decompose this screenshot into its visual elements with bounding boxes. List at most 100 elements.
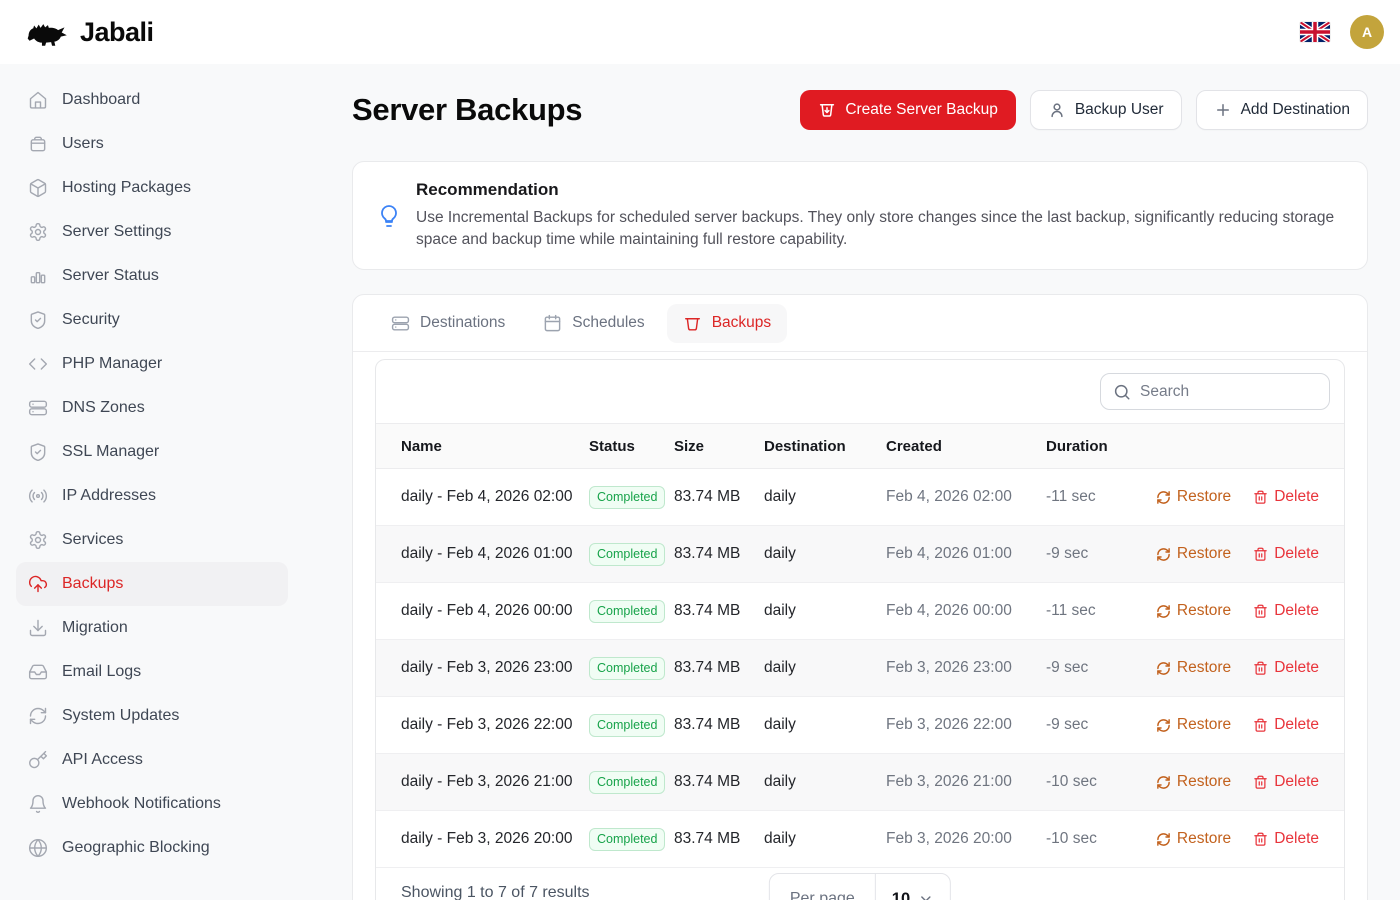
status-badge: Completed bbox=[589, 828, 665, 851]
sidebar-item-email-logs[interactable]: Email Logs bbox=[16, 650, 288, 694]
sidebar-item-server-settings[interactable]: Server Settings bbox=[16, 210, 288, 254]
button-label: Add Destination bbox=[1241, 101, 1350, 119]
sidebar-item-label: Security bbox=[62, 311, 120, 329]
cell-actions: Restore Delete bbox=[1146, 773, 1344, 791]
sidebar-item-ssl-manager[interactable]: SSL Manager bbox=[16, 430, 288, 474]
sidebar-item-system-updates[interactable]: System Updates bbox=[16, 694, 288, 738]
restore-label: Restore bbox=[1177, 830, 1231, 848]
refresh-icon bbox=[1156, 661, 1171, 676]
sidebar-item-api-access[interactable]: API Access bbox=[16, 738, 288, 782]
delete-button[interactable]: Delete bbox=[1253, 659, 1319, 677]
sidebar-item-security[interactable]: Security bbox=[16, 298, 288, 342]
delete-button[interactable]: Delete bbox=[1253, 602, 1319, 620]
restore-label: Restore bbox=[1177, 773, 1231, 791]
table-row: daily - Feb 3, 2026 20:00 Completed 83.7… bbox=[376, 811, 1344, 868]
user-avatar[interactable]: A bbox=[1350, 15, 1384, 49]
cell-duration: -10 sec bbox=[1046, 773, 1146, 791]
sidebar-item-label: IP Addresses bbox=[62, 487, 156, 505]
brand-logo[interactable]: Jabali bbox=[24, 17, 154, 48]
cell-status: Completed bbox=[589, 486, 674, 509]
recommendation-card: Recommendation Use Incremental Backups f… bbox=[352, 161, 1368, 270]
sidebar-item-dashboard[interactable]: Dashboard bbox=[16, 78, 288, 122]
column-header-created: Created bbox=[886, 438, 1046, 455]
sidebar-item-services[interactable]: Services bbox=[16, 518, 288, 562]
sidebar-item-migration[interactable]: Migration bbox=[16, 606, 288, 650]
delete-button[interactable]: Delete bbox=[1253, 716, 1319, 734]
tab-backups[interactable]: Backups bbox=[667, 304, 787, 343]
cell-size: 83.74 MB bbox=[674, 659, 764, 677]
language-flag-uk[interactable] bbox=[1300, 22, 1330, 42]
status-badge: Completed bbox=[589, 771, 665, 794]
sidebar-item-webhook-notifications[interactable]: Webhook Notifications bbox=[16, 782, 288, 826]
topbar-right: A bbox=[1300, 15, 1384, 49]
server-icon bbox=[391, 314, 410, 333]
delete-button[interactable]: Delete bbox=[1253, 773, 1319, 791]
sidebar-item-label: Migration bbox=[62, 619, 128, 637]
uk-flag-icon bbox=[1300, 22, 1330, 42]
refresh-icon bbox=[1156, 547, 1171, 562]
globe-icon bbox=[28, 838, 48, 858]
delete-button[interactable]: Delete bbox=[1253, 830, 1319, 848]
cell-size: 83.74 MB bbox=[674, 773, 764, 791]
add-destination-button[interactable]: Add Destination bbox=[1196, 90, 1368, 130]
cell-destination: daily bbox=[764, 716, 886, 734]
cell-actions: Restore Delete bbox=[1146, 716, 1344, 734]
sidebar-item-ip-addresses[interactable]: IP Addresses bbox=[16, 474, 288, 518]
cell-destination: daily bbox=[764, 830, 886, 848]
page-actions: Create Server Backup Backup User Add Des… bbox=[800, 90, 1368, 130]
cell-status: Completed bbox=[589, 771, 674, 794]
column-header-size: Size bbox=[674, 438, 764, 455]
sidebar-item-server-status[interactable]: Server Status bbox=[16, 254, 288, 298]
restore-button[interactable]: Restore bbox=[1156, 602, 1231, 620]
cell-actions: Restore Delete bbox=[1146, 488, 1344, 506]
cell-duration: -9 sec bbox=[1046, 716, 1146, 734]
restore-button[interactable]: Restore bbox=[1156, 773, 1231, 791]
results-summary: Showing 1 to 7 of 7 results bbox=[376, 868, 590, 900]
restore-button[interactable]: Restore bbox=[1156, 545, 1231, 563]
table-row: daily - Feb 4, 2026 02:00 Completed 83.7… bbox=[376, 469, 1344, 526]
cell-size: 83.74 MB bbox=[674, 545, 764, 563]
tab-bar: Destinations Schedules Backups bbox=[353, 295, 1367, 352]
trash-icon bbox=[1253, 775, 1268, 790]
table-row: daily - Feb 3, 2026 23:00 Completed 83.7… bbox=[376, 640, 1344, 697]
calendar-icon bbox=[543, 314, 562, 333]
delete-button[interactable]: Delete bbox=[1253, 488, 1319, 506]
restore-label: Restore bbox=[1177, 659, 1231, 677]
cell-name: daily - Feb 3, 2026 23:00 bbox=[376, 659, 589, 677]
restore-button[interactable]: Restore bbox=[1156, 659, 1231, 677]
code-icon bbox=[28, 354, 48, 374]
sidebar-item-php-manager[interactable]: PHP Manager bbox=[16, 342, 288, 386]
refresh-icon bbox=[28, 706, 48, 726]
search-input[interactable] bbox=[1140, 383, 1317, 401]
sidebar-item-label: Email Logs bbox=[62, 663, 141, 681]
pagination-row: Showing 1 to 7 of 7 results Per page 10 bbox=[376, 868, 1344, 900]
sidebar-item-dns-zones[interactable]: DNS Zones bbox=[16, 386, 288, 430]
sidebar-item-backups[interactable]: Backups bbox=[16, 562, 288, 606]
bar-chart-icon bbox=[28, 266, 48, 286]
backup-user-button[interactable]: Backup User bbox=[1030, 90, 1182, 130]
restore-button[interactable]: Restore bbox=[1156, 830, 1231, 848]
table-body: daily - Feb 4, 2026 02:00 Completed 83.7… bbox=[376, 469, 1344, 868]
restore-button[interactable]: Restore bbox=[1156, 716, 1231, 734]
sidebar-item-users[interactable]: Users bbox=[16, 122, 288, 166]
tab-schedules[interactable]: Schedules bbox=[527, 304, 660, 343]
cell-status: Completed bbox=[589, 657, 674, 680]
cell-size: 83.74 MB bbox=[674, 602, 764, 620]
sidebar-item-label: Server Settings bbox=[62, 223, 171, 241]
column-header-name: Name bbox=[376, 438, 589, 455]
user-icon bbox=[1048, 101, 1066, 119]
delete-button[interactable]: Delete bbox=[1253, 545, 1319, 563]
cell-created: Feb 3, 2026 23:00 bbox=[886, 659, 1046, 677]
delete-label: Delete bbox=[1274, 716, 1319, 734]
main-content: Server Backups Create Server Backup Back… bbox=[304, 64, 1400, 900]
sidebar-item-geographic-blocking[interactable]: Geographic Blocking bbox=[16, 826, 288, 870]
sidebar-item-hosting-packages[interactable]: Hosting Packages bbox=[16, 166, 288, 210]
column-header-duration: Duration bbox=[1046, 438, 1146, 455]
create-server-backup-button[interactable]: Create Server Backup bbox=[800, 90, 1016, 130]
status-badge: Completed bbox=[589, 486, 665, 509]
tab-destinations[interactable]: Destinations bbox=[375, 304, 521, 343]
server-icon bbox=[28, 398, 48, 418]
per-page-select[interactable]: Per page 10 bbox=[769, 873, 951, 900]
page-title: Server Backups bbox=[352, 92, 582, 128]
restore-button[interactable]: Restore bbox=[1156, 488, 1231, 506]
